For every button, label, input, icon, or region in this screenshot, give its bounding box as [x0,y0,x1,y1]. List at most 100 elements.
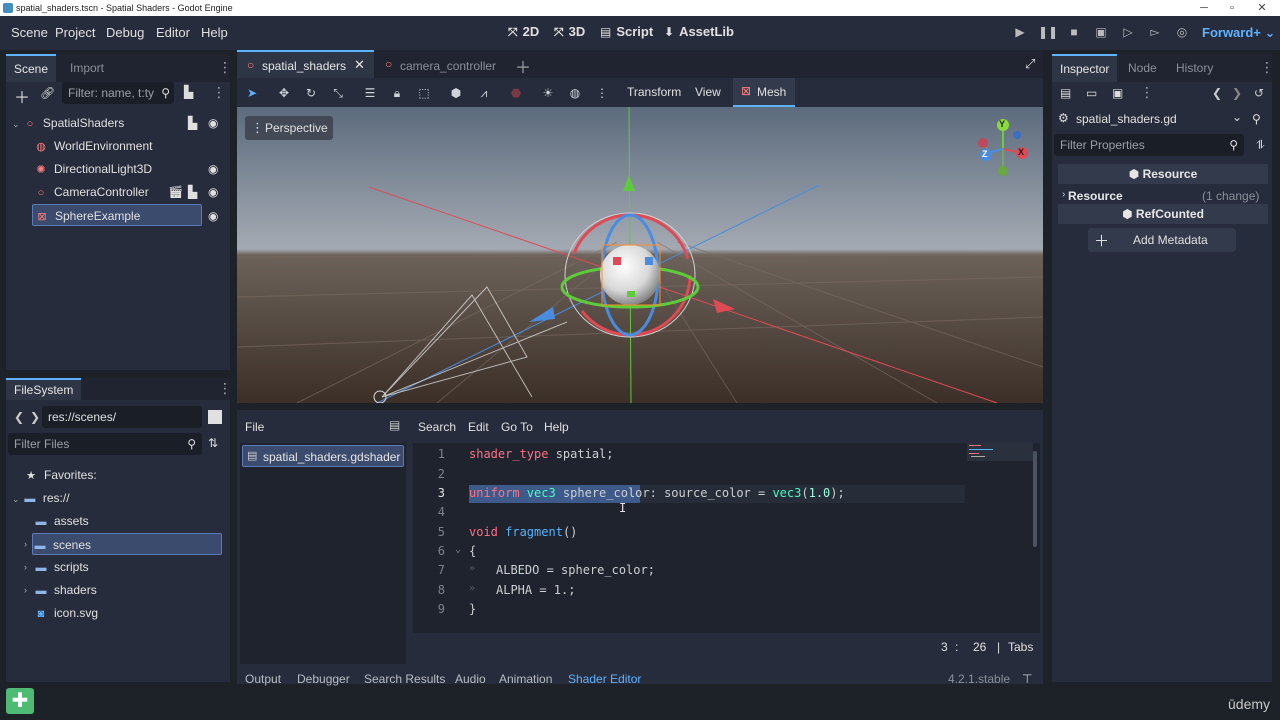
menu-editor[interactable]: Editor [156,25,190,40]
group-icon[interactable]: ⬚ [415,84,433,102]
dock-menu-icon[interactable]: ⋮ [218,380,232,397]
favorites-item[interactable]: ★ Favorites: [24,464,224,486]
move-tool-icon[interactable]: ✥ [275,84,293,102]
tab-camera-controller[interactable]: ○ camera_controller [377,50,507,78]
sun-preview-icon[interactable]: ☀ [539,84,557,102]
tree-node-cameracontroller[interactable]: ○ CameraController 🎬︎ ▙ ◉ [34,181,224,203]
tab-audio[interactable]: Audio [455,672,486,686]
3d-viewport[interactable]: Y X Z ⋮ Perspective [237,107,1043,403]
attach-script-icon[interactable]: ▙ [184,85,193,99]
maximize-icon[interactable]: ▫ [1218,0,1246,16]
script-icon[interactable]: ▙ [188,181,197,203]
res-root-item[interactable]: ⌄ ▬ res:// [12,487,222,509]
scene-filter-input[interactable]: Filter: name, t:ty ⚲ [62,82,174,104]
snap-icon[interactable]: ⩘ [475,84,493,102]
menu-help[interactable]: Help [544,420,569,434]
select-tool-icon[interactable]: ➤ [243,84,261,102]
filesystem-path-input[interactable]: res://scenes/ [42,406,202,428]
add-scene-icon[interactable]: ✚ [6,688,34,714]
local-space-icon[interactable]: ⬢ [447,84,465,102]
fold-arrow-icon[interactable]: ⌄ [455,544,461,555]
menu-edit[interactable]: Edit [468,420,489,434]
toggle-split-icon[interactable] [208,410,222,424]
menu-view[interactable]: View [695,85,721,99]
toggle-files-panel-icon[interactable]: ▤ [389,418,400,432]
folder-shaders[interactable]: ▬ shaders [34,579,220,601]
pause-icon[interactable]: ❚❚ [1038,25,1058,41]
lock-icon[interactable]: 🔒︎ [388,84,406,102]
movie-maker-icon[interactable]: ◎ [1173,25,1191,41]
expand-arrow-icon[interactable]: › [24,562,27,572]
play-icon[interactable]: ▶ [1011,25,1029,41]
menu-mesh[interactable]: ⊠ Mesh [733,78,795,107]
resource-category-row[interactable]: › Resource (1 change) [1058,186,1268,206]
menu-goto[interactable]: Go To [501,420,533,434]
tree-node-sphereexample[interactable]: ⊠ SphereExample [32,204,202,226]
filesystem-filter-input[interactable]: Filter Files ⚲ [8,433,202,455]
tree-node-worldenvironment[interactable]: ◍ WorldEnvironment [34,135,224,157]
3d-workspace-button[interactable]: ⤧ 3D [554,24,585,40]
indent-mode[interactable]: Tabs [1008,640,1033,654]
forward-icon[interactable]: ❯ [30,410,40,424]
tree-node-spatialshaders[interactable]: ⌄ ○ SpatialShaders ▙ ◉ [12,112,222,134]
open-folder-icon[interactable]: ▭ [1086,86,1097,100]
shader-file-item[interactable]: ▤ spatial_shaders.gdshader [242,445,404,467]
tab-inspector[interactable]: Inspector [1052,54,1118,82]
scene-options-icon[interactable]: ⋮ [212,84,226,101]
menu-project[interactable]: Project [55,25,95,40]
minimize-icon[interactable]: ─ [1190,0,1218,16]
close-tab-icon[interactable]: ✕ [354,57,365,73]
code-editor[interactable]: 1 2 3 4 5 6 7 8 9 ⌄ shader_type spatial;… [413,443,1040,633]
resource-tools-icon[interactable]: ⚲ [1252,112,1261,126]
new-resource-icon[interactable]: ▤ [1060,86,1071,100]
tab-search-results[interactable]: Search Results [364,672,445,686]
environment-preview-icon[interactable]: ◍ [566,84,584,102]
sort-icon[interactable]: ⇅ [208,436,218,450]
pin-panel-icon[interactable]: ⊤ [1022,672,1032,686]
add-tab-icon[interactable]: ＋ [515,54,531,78]
camera-override-icon[interactable]: ⬣ [507,84,525,102]
tab-node[interactable]: Node [1120,54,1165,82]
tab-filesystem[interactable]: FileSystem [6,378,82,400]
history-forward-icon[interactable]: ❯ [1232,86,1242,100]
play-scene-icon[interactable]: ▷ [1119,25,1137,41]
resource-select[interactable]: ⚙ spatial_shaders.gd ⌄ [1054,108,1244,130]
list-select-icon[interactable]: ☰ [361,84,379,102]
tab-scene[interactable]: Scene [6,54,57,82]
tab-debugger[interactable]: Debugger [297,672,350,686]
expand-arrow-icon[interactable]: › [24,539,27,549]
history-back-icon[interactable]: ❮ [1212,86,1222,100]
folder-scripts[interactable]: ▬ scripts [34,556,220,578]
script-icon[interactable]: ▙ [188,112,197,134]
folder-assets[interactable]: ▬ assets [34,510,220,532]
perspective-menu[interactable]: ⋮ Perspective [245,116,333,140]
menu-scene[interactable]: Scene [11,25,48,40]
more-options-icon[interactable]: ⋮ [593,84,611,102]
inspector-options-icon[interactable]: ⥮ [1256,138,1265,153]
menu-transform[interactable]: Transform [627,85,681,99]
renderer-select[interactable]: Forward+ ⌄ [1202,25,1275,41]
2d-workspace-button[interactable]: ⤧ 2D [508,24,539,40]
tab-history[interactable]: History [1168,54,1221,82]
visibility-eye-icon[interactable]: ◉ [208,209,218,223]
expand-arrow-icon[interactable]: › [24,585,27,595]
visibility-eye-icon[interactable]: ◉ [208,181,218,203]
script-workspace-button[interactable]: ▤ Script [600,24,653,39]
stop-icon[interactable]: ■ [1065,25,1083,41]
extra-options-icon[interactable]: ⋮ [1140,84,1154,101]
dock-menu-icon[interactable]: ⋮ [218,59,232,76]
tab-import[interactable]: Import [62,54,112,82]
add-metadata-button[interactable]: ＋ Add Metadata [1088,228,1236,252]
play-custom-scene-icon[interactable]: ▻ [1146,25,1164,41]
scale-tool-icon[interactable]: ⤡ [329,84,347,102]
file-icon-svg[interactable]: ◙ icon.svg [34,602,220,624]
object-history-icon[interactable]: ↺ [1254,86,1264,100]
visibility-eye-icon[interactable]: ◉ [208,112,218,134]
tree-node-directionallight3d[interactable]: ✺ DirectionalLight3D ◉ [34,158,224,180]
instance-icon[interactable]: 🎬︎ [168,181,183,203]
tab-spatial-shaders[interactable]: ○ spatial_shaders ✕ [237,50,374,78]
close-window-icon[interactable]: ✕ [1248,0,1276,16]
tab-output[interactable]: Output [245,672,281,686]
code-scrollbar[interactable] [1033,451,1037,547]
assetlib-workspace-button[interactable]: ⬇ AssetLib [664,24,734,39]
